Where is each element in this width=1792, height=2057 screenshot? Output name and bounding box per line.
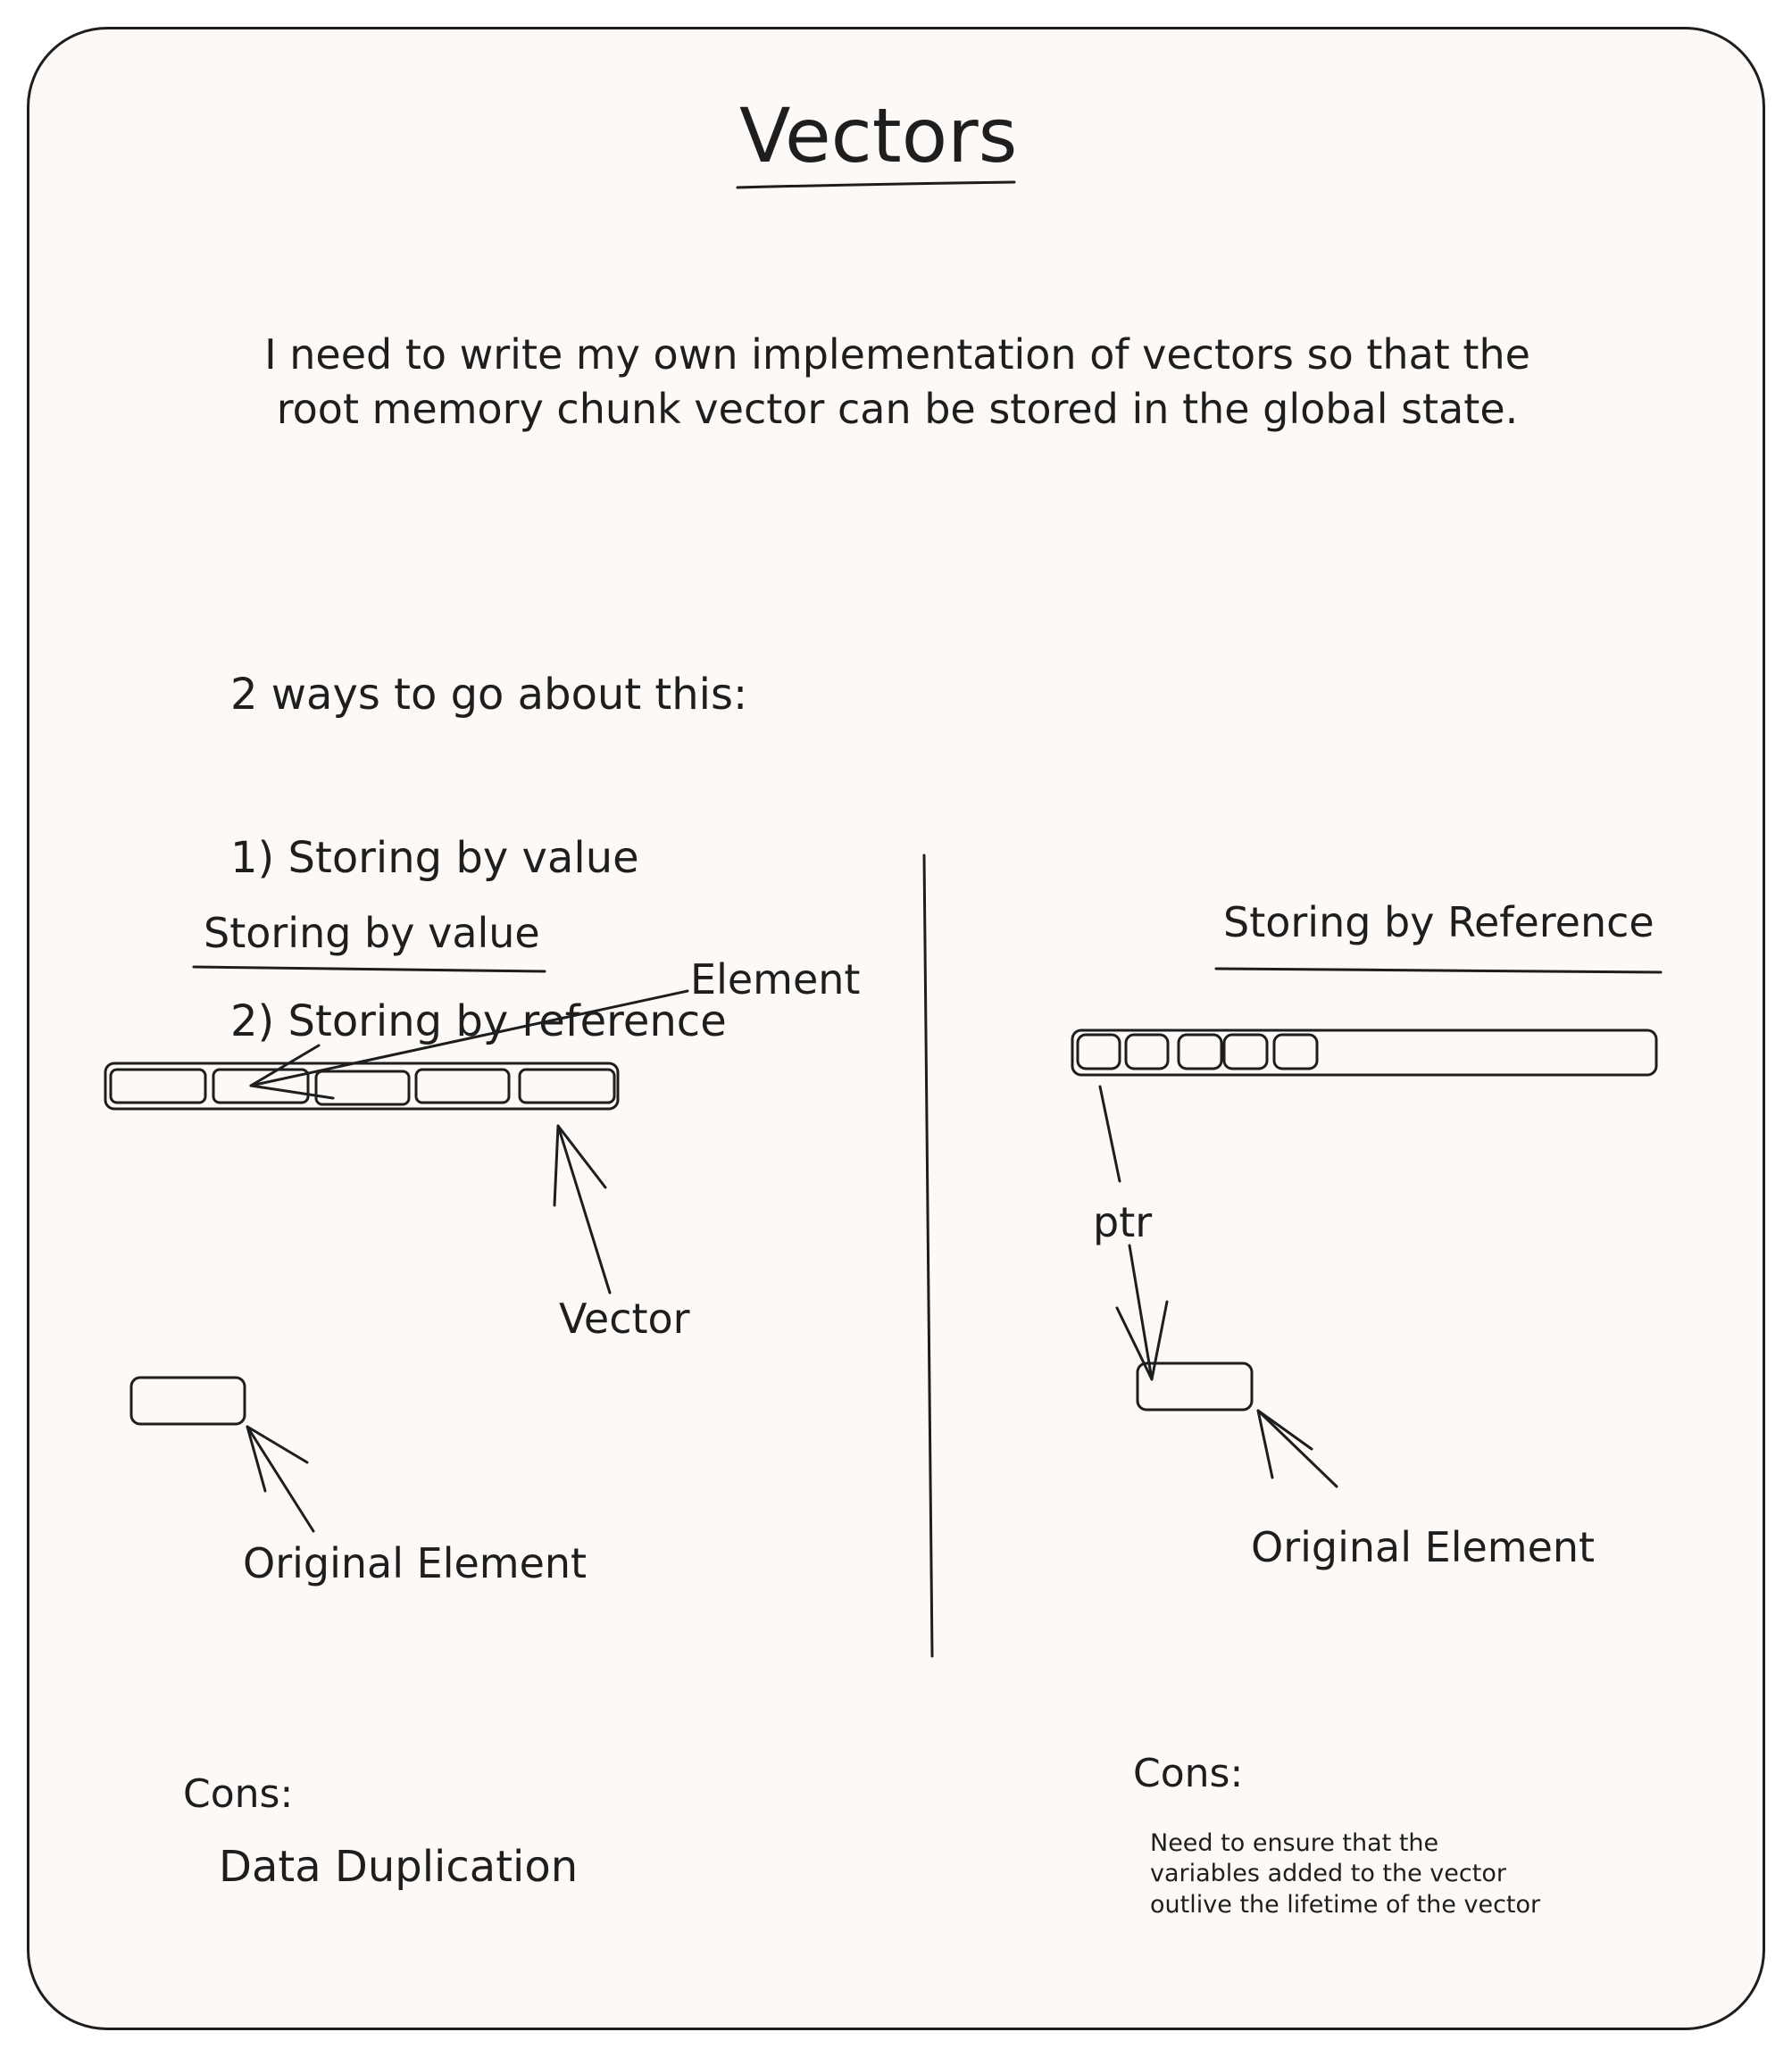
reference-vector-slot xyxy=(1222,1033,1269,1070)
reference-vector-slot xyxy=(1272,1033,1319,1070)
by-reference-cons-label: Cons: xyxy=(1133,1751,1244,1796)
by-value-cons-label: Cons: xyxy=(183,1771,294,1817)
intro-text: I need to write my own implementation of… xyxy=(264,330,1530,433)
ways-list: 2 ways to go about this: 1) Storing by v… xyxy=(230,559,747,1157)
pointer-arrow-line-top xyxy=(1098,1085,1121,1183)
center-divider xyxy=(922,854,934,1658)
reference-original-arrow-head xyxy=(1256,1409,1313,1479)
reference-vector-slot xyxy=(1177,1033,1223,1070)
ways-item: 2) Storing by reference xyxy=(230,995,727,1046)
reference-vector-slot xyxy=(1124,1033,1170,1070)
reference-original-element-label: Original Element xyxy=(1251,1523,1596,1571)
by-value-heading: Storing by value xyxy=(204,909,540,957)
value-vector-slot xyxy=(109,1068,207,1104)
pointer-label: ptr xyxy=(1093,1198,1153,1246)
by-reference-heading-underline xyxy=(1214,967,1663,974)
reference-vector-slot xyxy=(1076,1033,1121,1070)
page-title: Vectors xyxy=(739,92,1018,179)
vector-label: Vector xyxy=(559,1295,690,1343)
by-value-cons-text: Data Duplication xyxy=(219,1842,579,1892)
value-original-arrow-line xyxy=(246,1425,315,1533)
value-original-element-label: Original Element xyxy=(243,1539,588,1587)
value-original-arrow-head xyxy=(246,1425,309,1493)
by-reference-heading: Storing by Reference xyxy=(1223,898,1654,946)
element-label: Element xyxy=(690,955,861,1004)
value-original-element-box xyxy=(129,1376,246,1426)
diagram-canvas: Vectors I need to write my own implement… xyxy=(0,0,1792,2057)
reference-original-arrow-line xyxy=(1256,1409,1338,1488)
ways-item: 1) Storing by value xyxy=(230,832,639,883)
ways-heading: 2 ways to go about this: xyxy=(230,669,748,720)
by-reference-cons-text: Need to ensure that the variables added … xyxy=(1150,1829,1541,1919)
